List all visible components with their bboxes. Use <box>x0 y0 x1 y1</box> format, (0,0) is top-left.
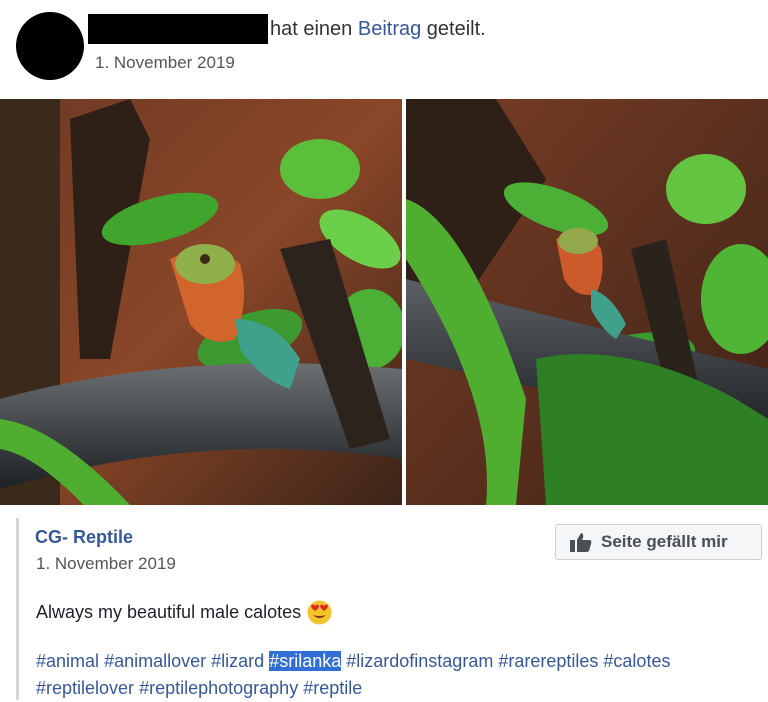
redacted-username <box>88 14 268 44</box>
hashtag-link[interactable]: #lizardofinstagram <box>346 651 493 671</box>
post-link[interactable]: Beitrag <box>358 18 421 40</box>
share-action-suffix: geteilt. <box>426 18 486 40</box>
shared-post-date[interactable]: 1. November 2019 <box>36 554 176 574</box>
post-caption: Always my beautiful male calotes <box>36 600 332 625</box>
share-headline: hat einen Beitrag geteilt. <box>270 18 486 41</box>
lizard-photo-2[interactable] <box>406 99 768 505</box>
lizard-photo-1[interactable] <box>0 99 402 505</box>
hashtag-link[interactable]: #animal <box>36 651 99 671</box>
hashtag-link[interactable]: #rarereptiles <box>498 651 598 671</box>
shared-post: CG- Reptile 1. November 2019 Seite gefäl… <box>16 518 768 700</box>
like-button-label: Seite gefällt mir <box>601 532 728 551</box>
hashtag-link[interactable]: #reptilephotography <box>139 678 298 698</box>
profile-avatar[interactable] <box>16 12 84 80</box>
caption-text: Always my beautiful male calotes <box>36 602 302 622</box>
share-action-text: hat einen <box>270 18 353 40</box>
hashtag-link[interactable]: #animallover <box>104 651 206 671</box>
heart-eyes-emoji <box>307 600 332 625</box>
hashtag-link[interactable]: #reptile <box>303 678 362 698</box>
like-page-button[interactable]: Seite gefällt mir <box>555 524 762 560</box>
page-name-link[interactable]: CG- Reptile <box>35 527 133 548</box>
post-date[interactable]: 1. November 2019 <box>95 53 235 73</box>
hashtag-list: #animal #animallover #lizard #srilanka #… <box>36 648 756 702</box>
hashtag-link[interactable]: #reptilelover <box>36 678 134 698</box>
hashtag-link-selected[interactable]: #srilanka <box>269 651 342 671</box>
thumbs-up-icon <box>570 533 592 552</box>
hashtag-link[interactable]: #lizard <box>211 651 264 671</box>
hashtag-link[interactable]: #calotes <box>603 651 670 671</box>
